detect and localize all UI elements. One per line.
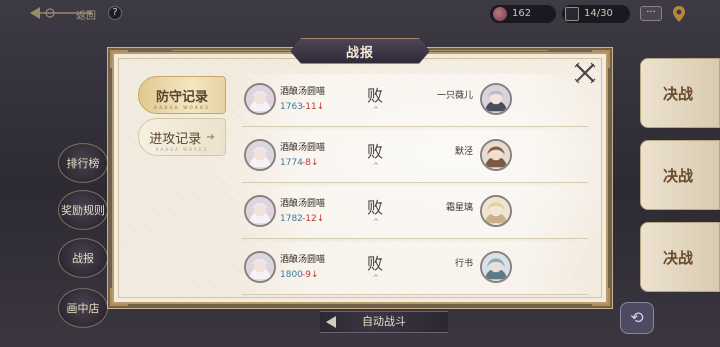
player-name: 酒酿汤圆喵 [280, 87, 326, 97]
avatar [480, 195, 512, 227]
opponent-name: 一只薇儿 [436, 91, 473, 101]
title-divider [430, 50, 548, 51]
help-icon[interactable]: ? [108, 6, 122, 20]
record-row[interactable]: 酒酿汤圆喵 1774 -8↓ 败 ^ 默泾 [236, 129, 594, 183]
score-change: -8↓ [302, 158, 319, 168]
location-pin-icon[interactable] [672, 5, 686, 23]
opponent-name: 行书 [454, 259, 473, 269]
sidebar-item-label: 战报 [72, 252, 94, 265]
record-row[interactable]: 酒酿汤圆喵 1782 -12↓ 败 ^ 霜星璃 [236, 185, 594, 239]
auto-battle-label: 自动战斗 [362, 315, 406, 328]
left-arrow-icon [326, 316, 336, 328]
top-bar: 返回 ? 162 14/30 ··· [0, 0, 720, 30]
row-divider [242, 238, 588, 239]
player-score: 1782 [280, 214, 303, 224]
sidebar-item-label: 排行榜 [66, 157, 100, 170]
avatar [244, 83, 276, 115]
corner-ornament [110, 288, 128, 306]
record-row[interactable]: 酒酿汤圆喵 1800 -9↓ 败 ^ 行书 [236, 241, 594, 295]
arrow-right-icon: ➔ [206, 131, 215, 143]
opponent-name: 默泾 [454, 147, 473, 157]
tab-label: 防守记录 [155, 89, 208, 105]
row-divider [242, 294, 588, 295]
duel-label: 决战 [663, 85, 694, 103]
sidebar-item-reward-rules[interactable]: 奖励规则 [58, 190, 108, 230]
avatar [480, 139, 512, 171]
duel-label: 决战 [663, 249, 694, 267]
sidebar-item-shop[interactable]: 画中店 [58, 288, 108, 328]
score-change: -12↓ [302, 214, 325, 224]
expand-icon[interactable]: ^ [373, 274, 379, 282]
avatar [480, 83, 512, 115]
sidebar-item-leaderboard[interactable]: 排行榜 [58, 143, 108, 183]
score-change: -9↓ [302, 270, 319, 280]
title-divider [172, 50, 290, 51]
record-row[interactable]: 酒酿汤圆喵 1763 -11↓ 败 ^ 一只薇儿 [236, 73, 594, 127]
player-name: 酒酿汤圆喵 [280, 255, 326, 265]
auto-battle-button[interactable]: 自动战斗 [320, 311, 448, 333]
player-name: 酒酿汤圆喵 [280, 143, 326, 153]
sidebar-item-battle-report[interactable]: 战报 [58, 238, 108, 278]
ticket-counter: 14/30 [562, 5, 630, 23]
score-change: -11↓ [302, 102, 325, 112]
duel-label: 决战 [663, 167, 694, 185]
battle-result: 败 [367, 142, 384, 161]
avatar [244, 139, 276, 171]
player-score: 1774 [280, 158, 303, 168]
tab-watermark: RAAGA WORKS [155, 147, 209, 152]
expand-icon[interactable]: ^ [373, 218, 379, 226]
battle-result: 败 [367, 254, 384, 273]
player-name: 酒酿汤圆喵 [280, 199, 326, 209]
more-icon[interactable]: ··· [640, 6, 662, 21]
avatar [480, 251, 512, 283]
duel-card[interactable]: 决战 [640, 140, 720, 210]
coin-amount: 162 [512, 8, 532, 19]
opponent-name: 霜星璃 [445, 203, 473, 213]
dialog-title-banner: 战报 [290, 38, 430, 64]
coin-counter: 162 [490, 5, 556, 23]
expand-icon[interactable]: ^ [373, 106, 379, 114]
tab-watermark: RAAGA WORKS [154, 105, 210, 110]
avatar [244, 195, 276, 227]
tab-label: 进攻记录 [149, 131, 202, 147]
corner-ornament [110, 50, 128, 68]
row-divider [242, 126, 588, 127]
duel-card[interactable]: 决战 [640, 222, 720, 292]
sidebar-item-label: 奖励规则 [61, 204, 105, 217]
tab-defense-records[interactable]: 防守记录 RAAGA WORKS [138, 76, 226, 114]
player-score: 1800 [280, 270, 303, 280]
expand-icon[interactable]: ^ [373, 162, 379, 170]
avatar [244, 251, 276, 283]
duel-card[interactable]: 决战 [640, 58, 720, 128]
dialog-title: 战报 [345, 45, 374, 61]
player-score: 1763 [280, 102, 303, 112]
refresh-icon[interactable]: ⟲ [620, 302, 654, 334]
coin-icon [493, 7, 507, 21]
back-label[interactable]: 返回 [76, 7, 96, 22]
corner-ornament [592, 288, 610, 306]
battle-result: 败 [367, 86, 384, 105]
ticket-amount: 14/30 [584, 8, 613, 19]
ticket-icon [565, 7, 579, 21]
tab-attack-records[interactable]: 进攻记录 ➔ RAAGA WORKS [138, 118, 226, 156]
sidebar-item-label: 画中店 [66, 302, 100, 315]
battle-result: 败 [367, 198, 384, 217]
row-divider [242, 182, 588, 183]
